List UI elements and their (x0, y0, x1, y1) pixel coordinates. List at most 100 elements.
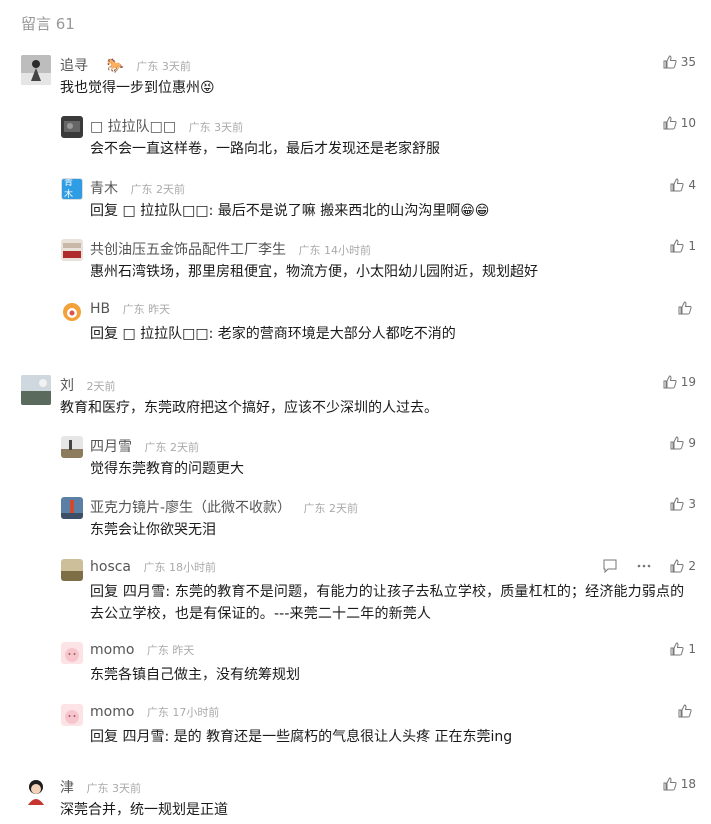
region: 广东 (298, 244, 321, 257)
thumbs-up-icon (670, 436, 684, 450)
timestamp: 2天前 (86, 380, 116, 393)
reply-author[interactable]: 青木 广东 2天前 (90, 178, 185, 198)
thumbs-up-icon (670, 239, 684, 253)
region: 广东 (146, 644, 169, 657)
thumbs-up-icon (663, 375, 677, 389)
reply-text: 会不会一直这样卷，一路向北，最后才发现还是老家舒服 (90, 141, 440, 157)
thumbs-up-icon (678, 704, 692, 718)
thumbs-up-icon (670, 178, 684, 192)
thumbs-up-icon (663, 55, 677, 69)
comment-text: 深莞合并，统一规划是正道 (60, 802, 228, 818)
reply-text: 东莞会让你欲哭无泪 (90, 522, 216, 538)
region: 广东 (188, 121, 211, 134)
region: 广东 (143, 561, 166, 574)
region: 广东 (303, 502, 326, 515)
timestamp: 18小时前 (168, 561, 216, 574)
avatar[interactable]: 青木 (61, 178, 83, 200)
region: 广东 (146, 706, 169, 719)
horse-badge-icon: 🐎 (106, 58, 124, 74)
comment-author[interactable]: 刘 2天前 (60, 375, 115, 395)
timestamp: 17小时前 (172, 706, 220, 719)
reply-icon[interactable] (602, 558, 618, 574)
reply-author[interactable]: 共创油压五金饰品配件工厂李生 广东 14小时前 (90, 239, 371, 259)
thumbs-up-icon (663, 116, 677, 130)
thumbs-up-icon (670, 642, 684, 656)
like-button[interactable] (678, 704, 696, 718)
timestamp: 3天前 (111, 782, 141, 795)
author-name: 共创油压五金饰品配件工厂李生 (90, 242, 286, 258)
region: 广东 (130, 183, 153, 196)
avatar[interactable] (61, 497, 83, 519)
like-button[interactable]: 35 (663, 55, 696, 69)
timestamp: 昨天 (172, 644, 195, 657)
reply-author[interactable]: hosca 广东 18小时前 (90, 559, 216, 575)
like-button[interactable]: 3 (670, 497, 696, 511)
avatar[interactable] (61, 239, 83, 261)
avatar[interactable] (61, 704, 83, 726)
like-button[interactable]: 18 (663, 777, 696, 791)
like-button[interactable]: 10 (663, 116, 696, 130)
thumbs-up-icon (670, 559, 684, 573)
author-name: momo (90, 704, 135, 720)
timestamp: 2天前 (329, 502, 359, 515)
author-name: 追寻 (60, 58, 88, 74)
reply-author[interactable]: HB 广东 昨天 (90, 301, 170, 317)
author-name: HB (90, 301, 111, 317)
avatar[interactable] (21, 55, 51, 85)
author-name: 四月雪 (90, 439, 132, 455)
comments-header: 留言 61 (21, 15, 75, 33)
timestamp: 14小时前 (323, 244, 371, 257)
comment-text: 教育和医疗，东莞政府把这个搞好，应该不少深圳的人过去。 (60, 400, 438, 416)
like-count: 10 (680, 116, 696, 130)
avatar[interactable] (61, 642, 83, 664)
like-count: 19 (680, 375, 696, 389)
author-name: momo (90, 642, 135, 658)
reply-author[interactable]: 四月雪 广东 2天前 (90, 436, 199, 456)
avatar[interactable] (61, 301, 83, 323)
like-count: 4 (688, 178, 696, 192)
avatar[interactable] (61, 559, 83, 581)
avatar[interactable] (21, 375, 51, 405)
like-count: 1 (688, 239, 696, 253)
reply-text: 回复 □ 拉拉队□□: 老家的营商环境是大部分人都吃不消的 (90, 326, 456, 342)
author-name: 青木 (90, 181, 118, 197)
reply-author[interactable]: 亚克力镜片-廖生（此微不收款） 广东 2天前 (90, 497, 358, 517)
like-button[interactable]: 9 (670, 436, 696, 450)
author-name: □ 拉拉队□□ (90, 119, 177, 135)
timestamp: 昨天 (148, 303, 171, 316)
avatar[interactable] (61, 116, 83, 138)
like-count: 3 (688, 497, 696, 511)
timestamp: 2天前 (169, 441, 199, 454)
like-button[interactable]: 4 (670, 178, 696, 192)
like-button[interactable]: 1 (670, 239, 696, 253)
like-count: 35 (680, 55, 696, 69)
more-icon[interactable] (636, 558, 652, 574)
like-count: 18 (680, 777, 696, 791)
timestamp: 3天前 (161, 60, 191, 73)
reply-author[interactable]: momo 广东 17小时前 (90, 704, 219, 720)
author-name: 津 (60, 780, 74, 796)
like-button[interactable]: 19 (663, 375, 696, 389)
reply-author[interactable]: □ 拉拉队□□ 广东 3天前 (90, 116, 243, 136)
reply-author[interactable]: momo 广东 昨天 (90, 642, 194, 658)
thumbs-up-icon (663, 777, 677, 791)
reply-text: 回复 四月雪: 是的 教育还是一些腐朽的气息很让人头疼 正在东莞ing (90, 729, 513, 745)
like-button[interactable]: 1 (670, 642, 696, 656)
author-name: hosca (90, 559, 132, 575)
comment-author[interactable]: 津 广东 3天前 (60, 777, 141, 797)
region: 广东 (144, 441, 167, 454)
reply-text: 东莞各镇自己做主，没有统筹规划 (90, 667, 300, 683)
region: 广东 (122, 303, 145, 316)
like-count: 2 (688, 559, 696, 573)
region: 广东 (86, 782, 109, 795)
reply-text: 觉得东莞教育的问题更大 (90, 461, 244, 477)
avatar[interactable] (21, 777, 51, 807)
avatar[interactable] (61, 436, 83, 458)
thumbs-up-icon (670, 497, 684, 511)
reply-text: 惠州石湾铁场，那里房租便宜，物流方便，小太阳幼儿园附近，规划超好 (90, 264, 538, 280)
region: 广东 (136, 60, 159, 73)
reply-text: 回复 四月雪: 东莞的教育不是问题，有能力的让孩子去私立学校，质量杠杠的；经济能… (90, 584, 685, 622)
like-button[interactable] (678, 301, 696, 315)
like-button[interactable]: 2 (670, 559, 696, 573)
comment-author[interactable]: 追寻 🐎 广东 3天前 (60, 55, 191, 75)
